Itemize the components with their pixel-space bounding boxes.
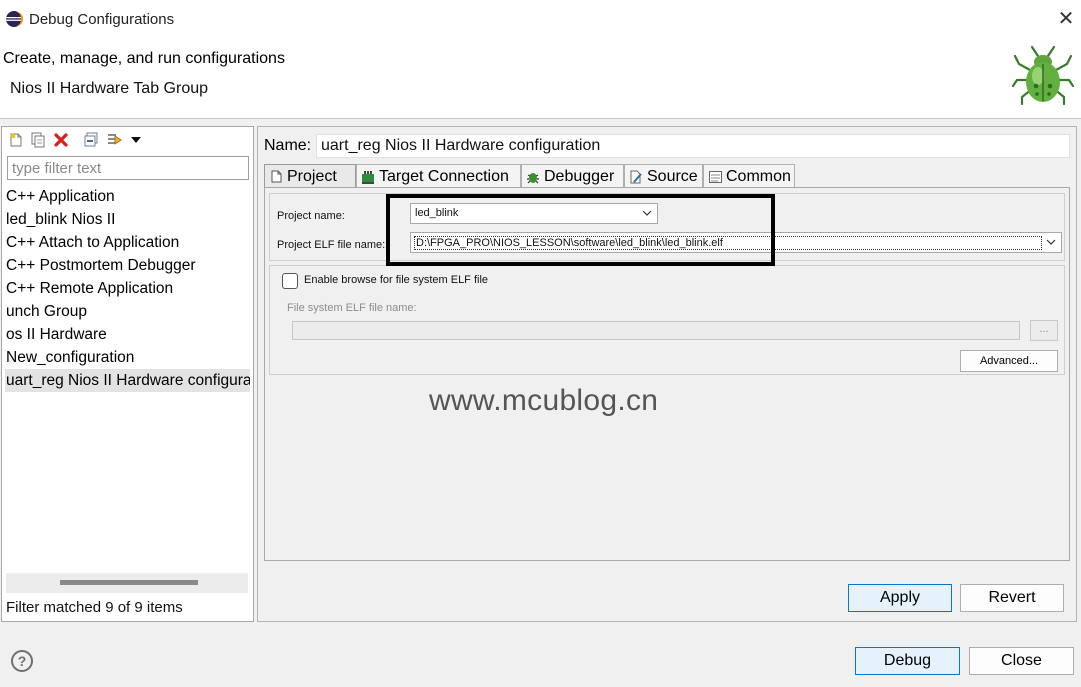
title-bar: Debug Configurations ✕ xyxy=(0,0,1081,40)
duplicate-icon[interactable] xyxy=(28,129,48,151)
debugger-icon xyxy=(526,170,540,184)
tab-source[interactable]: Source xyxy=(624,164,703,188)
elf-file-select[interactable]: D:\FPGA_PRO\NIOS_LESSON\software\led_bli… xyxy=(410,232,1062,253)
tab-target-connection[interactable]: Target Connection xyxy=(356,164,521,188)
list-item[interactable]: C++ Application xyxy=(5,185,250,208)
watermark: www.mcublog.cn xyxy=(429,384,659,417)
chevron-down-icon xyxy=(1046,239,1056,245)
dialog-header: Create, manage, and run configurations N… xyxy=(0,40,1081,119)
tab-bar: Project Target Connection Debugger Sourc… xyxy=(264,164,1074,188)
window-close-icon[interactable]: ✕ xyxy=(1052,4,1080,34)
new-configuration-icon[interactable] xyxy=(6,129,26,151)
name-input[interactable] xyxy=(316,134,1070,158)
configuration-tree-panel: C++ Application led_blink Nios II C++ At… xyxy=(1,126,254,622)
tab-common[interactable]: Common xyxy=(703,164,795,188)
list-item[interactable]: C++ Postmortem Debugger xyxy=(5,254,250,277)
tab-project[interactable]: Project xyxy=(264,164,356,188)
list-item[interactable]: C++ Remote Application xyxy=(5,277,250,300)
window-title: Debug Configurations xyxy=(29,11,175,28)
project-icon xyxy=(269,170,283,184)
configuration-editor-panel: Name: Project Target Connection Debugger… xyxy=(257,126,1077,622)
debug-button[interactable]: Debug xyxy=(855,647,960,675)
left-toolbar xyxy=(4,129,252,151)
filter-input[interactable] xyxy=(7,156,249,180)
eclipse-icon xyxy=(6,11,23,27)
help-icon[interactable]: ? xyxy=(11,650,33,672)
common-icon xyxy=(708,170,722,184)
project-tab-content: Project name: led_blink Project ELF file… xyxy=(264,187,1070,561)
filter-icon[interactable] xyxy=(105,129,125,151)
header-title: Create, manage, and run configurations xyxy=(3,50,285,67)
collapse-all-icon[interactable] xyxy=(81,129,101,151)
header-subtitle: Nios II Hardware Tab Group xyxy=(10,80,209,97)
apply-button[interactable]: Apply xyxy=(848,584,952,612)
view-menu-icon[interactable] xyxy=(126,129,146,151)
tab-label: Debugger xyxy=(544,168,615,185)
elf-file-label: Project ELF file name: xyxy=(277,239,386,251)
name-label: Name: xyxy=(264,137,312,154)
configuration-list: C++ Application led_blink Nios II C++ At… xyxy=(5,185,250,392)
bug-icon xyxy=(1011,45,1075,106)
tab-label: Common xyxy=(726,168,791,185)
fs-elf-label: File system ELF file name: xyxy=(287,302,417,314)
advanced-button[interactable]: Advanced... xyxy=(960,350,1058,372)
project-group: Project name: led_blink Project ELF file… xyxy=(269,193,1065,261)
close-button[interactable]: Close xyxy=(969,647,1074,675)
list-item[interactable]: New_configuration xyxy=(5,346,250,369)
tab-label: Source xyxy=(647,168,698,185)
tab-label: Target Connection xyxy=(379,168,509,185)
browse-checkbox[interactable] xyxy=(282,273,298,289)
tab-label: Project xyxy=(287,168,337,185)
list-item[interactable]: os II Hardware xyxy=(5,323,250,346)
browse-checkbox-label[interactable]: Enable browse for file system ELF file xyxy=(304,274,488,286)
elf-file-value: D:\FPGA_PRO\NIOS_LESSON\software\led_bli… xyxy=(414,236,1042,250)
project-name-select[interactable]: led_blink xyxy=(410,203,658,224)
list-item[interactable]: C++ Attach to Application xyxy=(5,231,250,254)
project-name-label: Project name: xyxy=(277,210,345,222)
fs-elf-browse-button: ... xyxy=(1030,320,1058,341)
project-name-value: led_blink xyxy=(415,207,459,219)
list-item[interactable]: led_blink Nios II xyxy=(5,208,250,231)
revert-button[interactable]: Revert xyxy=(960,584,1064,612)
delete-icon[interactable] xyxy=(51,129,71,151)
target-connection-icon xyxy=(361,170,375,184)
filter-status: Filter matched 9 of 9 items xyxy=(6,599,183,616)
chevron-down-icon xyxy=(642,210,652,216)
list-item-selected[interactable]: uart_reg Nios II Hardware configuration xyxy=(5,369,250,392)
horizontal-scrollbar[interactable] xyxy=(6,573,248,593)
source-icon xyxy=(629,170,643,184)
list-item[interactable]: unch Group xyxy=(5,300,250,323)
file-system-elf-group: Enable browse for file system ELF file F… xyxy=(269,265,1065,375)
fs-elf-input xyxy=(292,321,1020,340)
scrollbar-thumb[interactable] xyxy=(60,580,198,585)
tab-debugger[interactable]: Debugger xyxy=(521,164,624,188)
